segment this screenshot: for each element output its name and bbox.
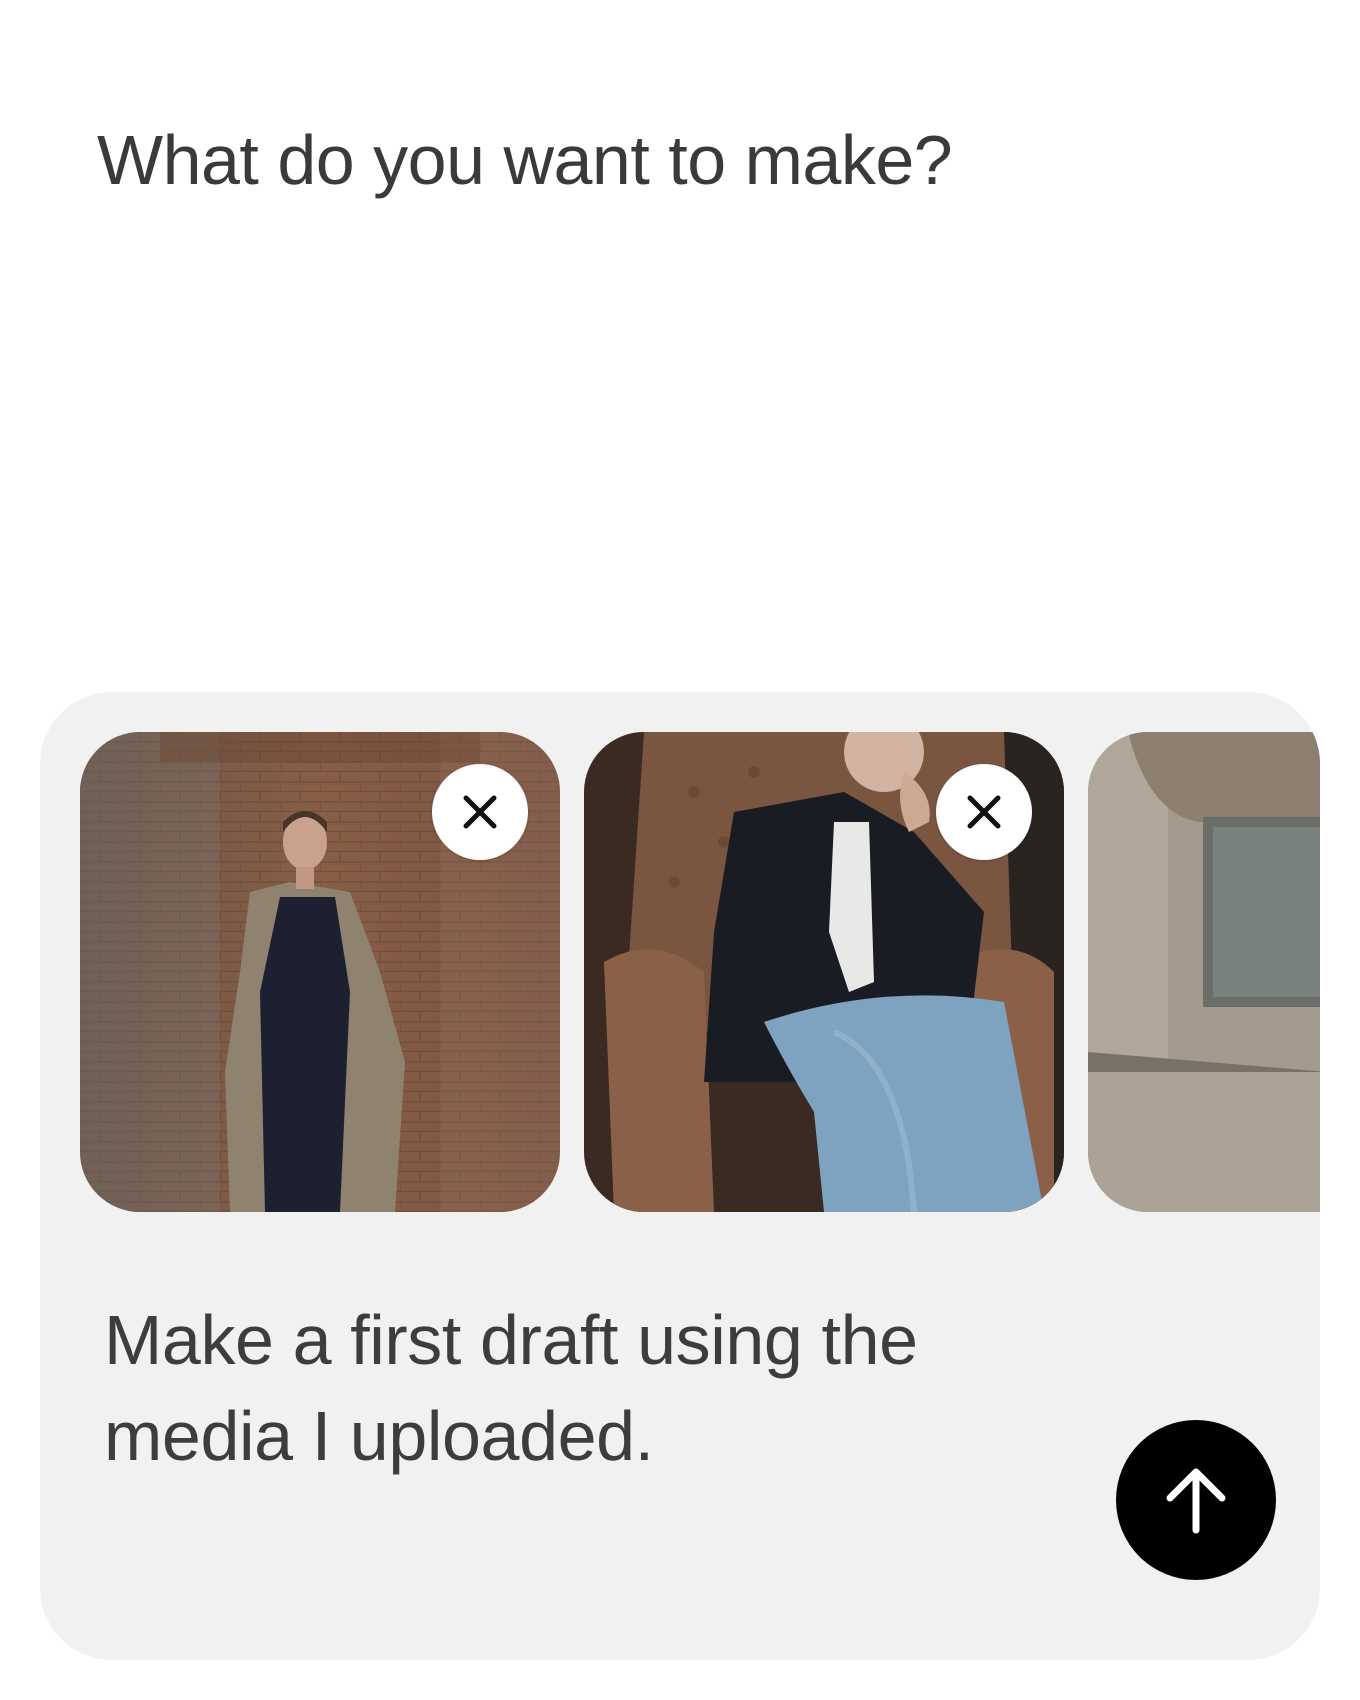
- media-strip[interactable]: [80, 732, 1320, 1212]
- remove-media-button-2[interactable]: [936, 764, 1032, 860]
- composer: Make a first draft using the media I upl…: [40, 692, 1320, 1660]
- page-title: What do you want to make?: [97, 121, 953, 199]
- prompt-card: What do you want to make? Make a first d…: [0, 0, 1360, 1700]
- remove-media-button-1[interactable]: [432, 764, 528, 860]
- photo-concrete-building: [1088, 732, 1320, 1212]
- arrow-up-icon: [1166, 1468, 1226, 1534]
- media-thumbnail-3[interactable]: [1088, 732, 1320, 1212]
- close-icon: [463, 795, 497, 829]
- prompt-input[interactable]: Make a first draft using the media I upl…: [104, 1292, 1064, 1484]
- send-button[interactable]: [1116, 1420, 1276, 1580]
- media-thumbnail-2[interactable]: [584, 732, 1064, 1212]
- media-thumbnail-1[interactable]: [80, 732, 560, 1212]
- close-icon: [967, 795, 1001, 829]
